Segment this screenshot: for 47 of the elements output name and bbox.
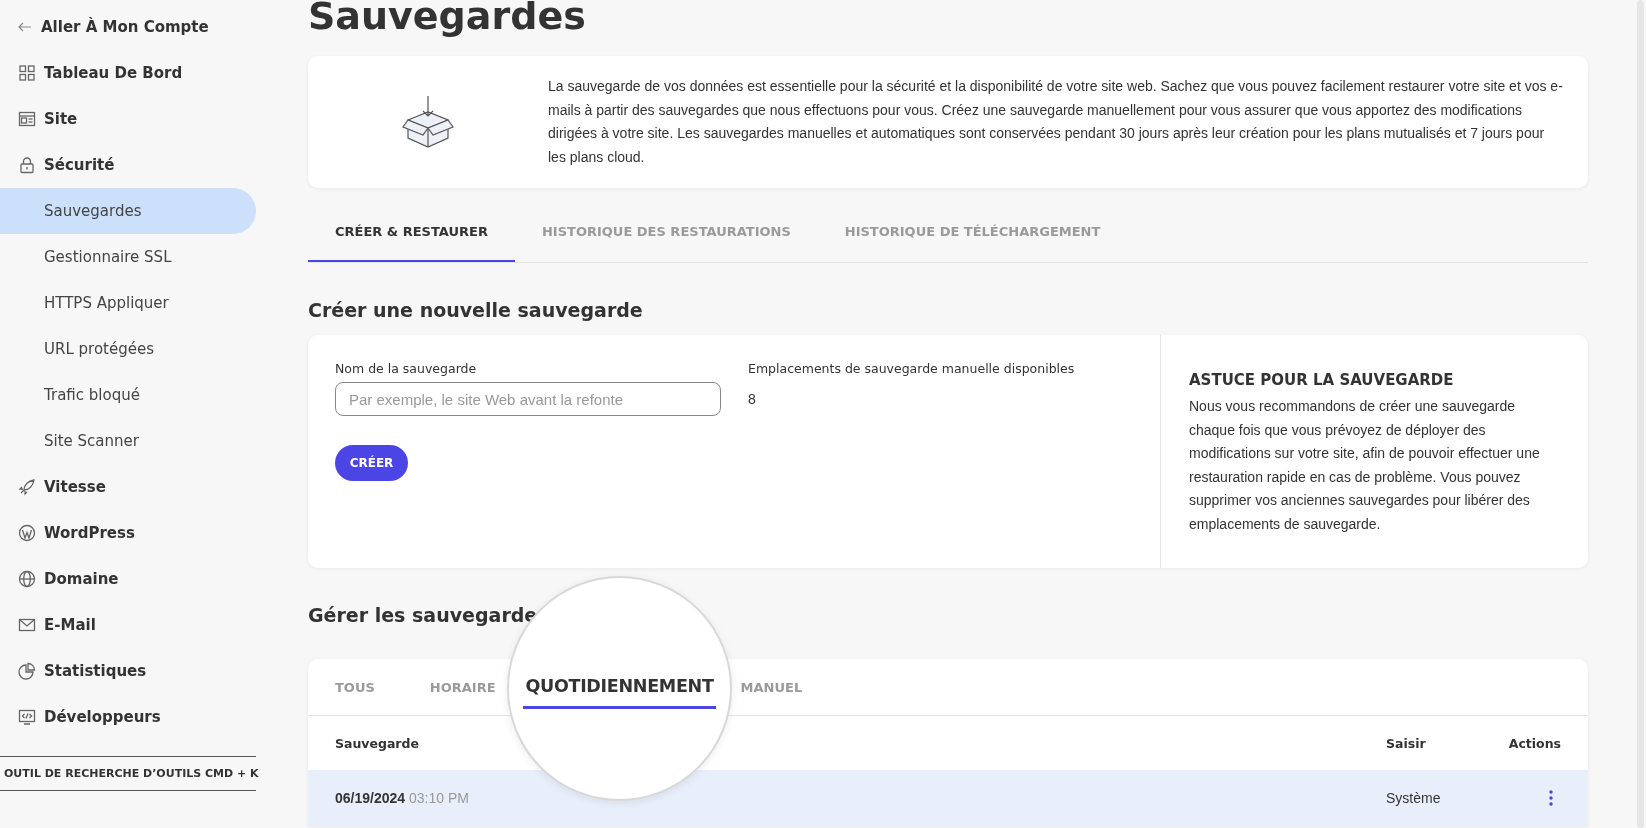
sidebar-item[interactable]: E-Mail bbox=[0, 602, 256, 648]
tip-title: ASTUCE POUR LA SAUVEGARDE bbox=[1189, 371, 1455, 389]
section-heading: Créer une nouvelle sauvegarde bbox=[308, 299, 644, 321]
sidebar-subitem[interactable]: Site Scanner bbox=[0, 418, 256, 464]
table-cell-text: Système bbox=[1386, 790, 1442, 806]
page-title: Sauvegardes bbox=[308, 0, 587, 38]
browser-window-icon bbox=[18, 110, 36, 128]
grid-icon bbox=[18, 64, 36, 82]
kebab-menu-icon[interactable] bbox=[1547, 789, 1555, 807]
sidebar-item[interactable]: Site bbox=[0, 96, 256, 142]
sidebar-subitem[interactable]: Trafic bloqué bbox=[0, 372, 256, 418]
rocket-icon bbox=[18, 478, 36, 496]
column-header: Saisir bbox=[1386, 735, 1427, 751]
sidebar-subitem[interactable]: Gestionnaire SSL bbox=[0, 234, 256, 280]
lock-icon bbox=[18, 156, 36, 174]
sidebar-item[interactable]: Tableau De Bord bbox=[0, 50, 256, 96]
sidebar-item[interactable]: Sécurité bbox=[0, 142, 256, 188]
sidebar-item[interactable]: Domaine bbox=[0, 556, 256, 602]
sidebar-item[interactable]: WordPress bbox=[0, 510, 256, 556]
back-arrow-icon[interactable] bbox=[18, 22, 32, 32]
backup-name-field[interactable]: Par exemple, le site Web avant la refonte bbox=[335, 382, 721, 416]
table-cell-text: 06/19/2024 03:10 PM bbox=[335, 790, 470, 806]
back-link[interactable]: Aller À Mon Compte bbox=[41, 18, 209, 36]
slots-label: Emplacements de sauvegarde manuelle disponibles bbox=[748, 361, 1076, 376]
sidebar-subitem[interactable]: URL protégées bbox=[0, 326, 256, 372]
sidebar-subitem[interactable]: HTTPS Appliquer bbox=[0, 280, 256, 326]
create-button[interactable]: CRÉER bbox=[335, 445, 408, 481]
column-header: Actions bbox=[1508, 735, 1561, 751]
globe-icon bbox=[18, 570, 36, 588]
sidebar-item[interactable]: Vitesse bbox=[0, 464, 256, 510]
table-row[interactable]: 06/19/2024 03:10 PM Système bbox=[308, 770, 1588, 826]
section-heading: Gérer les sauvegarde bbox=[308, 604, 539, 626]
tip-text: Nous vous recommandons de créer une sauvegarde chaque fois que vous prévoyez de déployer des modifications sur votre site, afin de pouvoir effectuer une restauration rapide en cas de problème. Vous pouvez supprimer vos anciennes sauvegardes pour libérer des emplacements de sauvegarde. bbox=[1189, 397, 1541, 534]
tab[interactable]: CRÉER & RESTAURER bbox=[308, 202, 515, 262]
pie-chart-icon bbox=[18, 662, 36, 680]
sidebar-subitem[interactable]: Sauvegardes bbox=[0, 188, 256, 234]
field-label: Nom de la sauvegarde bbox=[335, 361, 478, 376]
code-monitor-icon bbox=[18, 708, 36, 726]
column-header: Sauvegarde bbox=[335, 735, 420, 751]
sidebar-item[interactable]: Développeurs bbox=[0, 694, 256, 740]
wordpress-icon bbox=[18, 524, 36, 542]
box-download-icon bbox=[402, 94, 454, 150]
sidebar-item[interactable]: Statistiques bbox=[0, 648, 256, 694]
intro-text: La sauvegarde de vos données est essentielle pour la sécurité et la disponibilité de votre site web. Sachez que vous pouvez facilement restaurer votre site et vos e-mails à partir des sauvegardes que nous effectuons pour vous. Créez une sauvegarde manuellement pour vous assurer que vous apportez des modifications dirigées à votre site. Les sauvegardes manuelles et automatiques sont conservées pendant 30 jours après leur création pour les plans mutualisés et 7 jours pour les plans cloud. bbox=[548, 77, 1564, 167]
envelope-icon bbox=[18, 616, 36, 634]
slots-value: 8 bbox=[748, 390, 757, 409]
filter-tab[interactable]: QUOTIDIENNEMENT bbox=[523, 676, 716, 709]
